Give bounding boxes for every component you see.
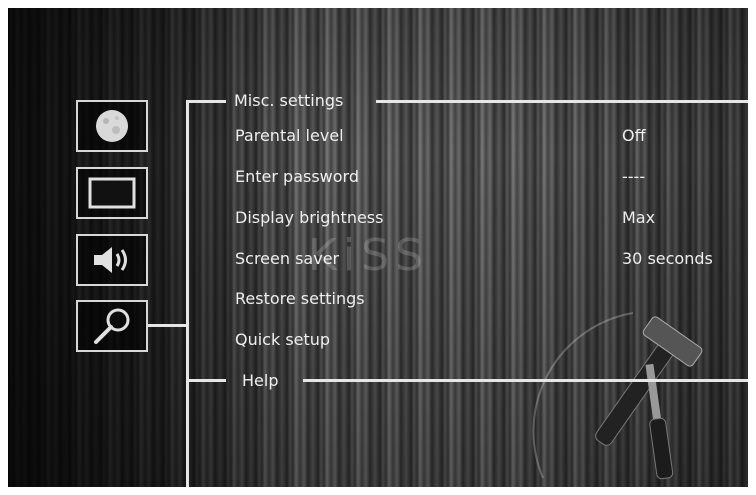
sidebar-item-appearance[interactable] bbox=[76, 100, 148, 152]
menu-item-quick-setup[interactable]: Quick setup bbox=[235, 330, 330, 349]
value-enter-password: ---- bbox=[622, 167, 646, 186]
menu-item-restore-settings[interactable]: Restore settings bbox=[235, 289, 365, 308]
section-help[interactable]: Help bbox=[236, 371, 284, 390]
tree-branch-selected bbox=[148, 324, 188, 327]
value-display-brightness: Max bbox=[622, 208, 656, 227]
moon-icon bbox=[96, 110, 128, 142]
magnifier-icon bbox=[94, 308, 130, 344]
help-header-rule bbox=[303, 379, 748, 382]
sidebar-item-display[interactable] bbox=[76, 167, 148, 219]
settings-screen: KiSS Misc. settings Help Parental level … bbox=[8, 8, 748, 487]
display-icon bbox=[88, 177, 136, 209]
sidebar-item-misc-selected[interactable] bbox=[76, 300, 148, 352]
speaker-icon bbox=[94, 247, 127, 273]
tree-branch-help bbox=[186, 379, 226, 382]
sidebar-item-audio[interactable] bbox=[76, 234, 148, 286]
tree-vertical-line bbox=[186, 100, 189, 487]
section-misc-settings: Misc. settings bbox=[234, 91, 344, 110]
tree-branch-misc bbox=[186, 100, 226, 103]
value-parental-level: Off bbox=[622, 126, 646, 145]
menu-item-screen-saver[interactable]: Screen saver bbox=[235, 249, 339, 268]
menu-item-parental-level[interactable]: Parental level bbox=[235, 126, 344, 145]
misc-header-rule bbox=[376, 100, 748, 103]
menu-item-enter-password[interactable]: Enter password bbox=[235, 167, 359, 186]
menu-item-display-brightness[interactable]: Display brightness bbox=[235, 208, 383, 227]
value-screen-saver: 30 seconds bbox=[622, 249, 713, 268]
tools-illustration-icon bbox=[532, 312, 703, 480]
